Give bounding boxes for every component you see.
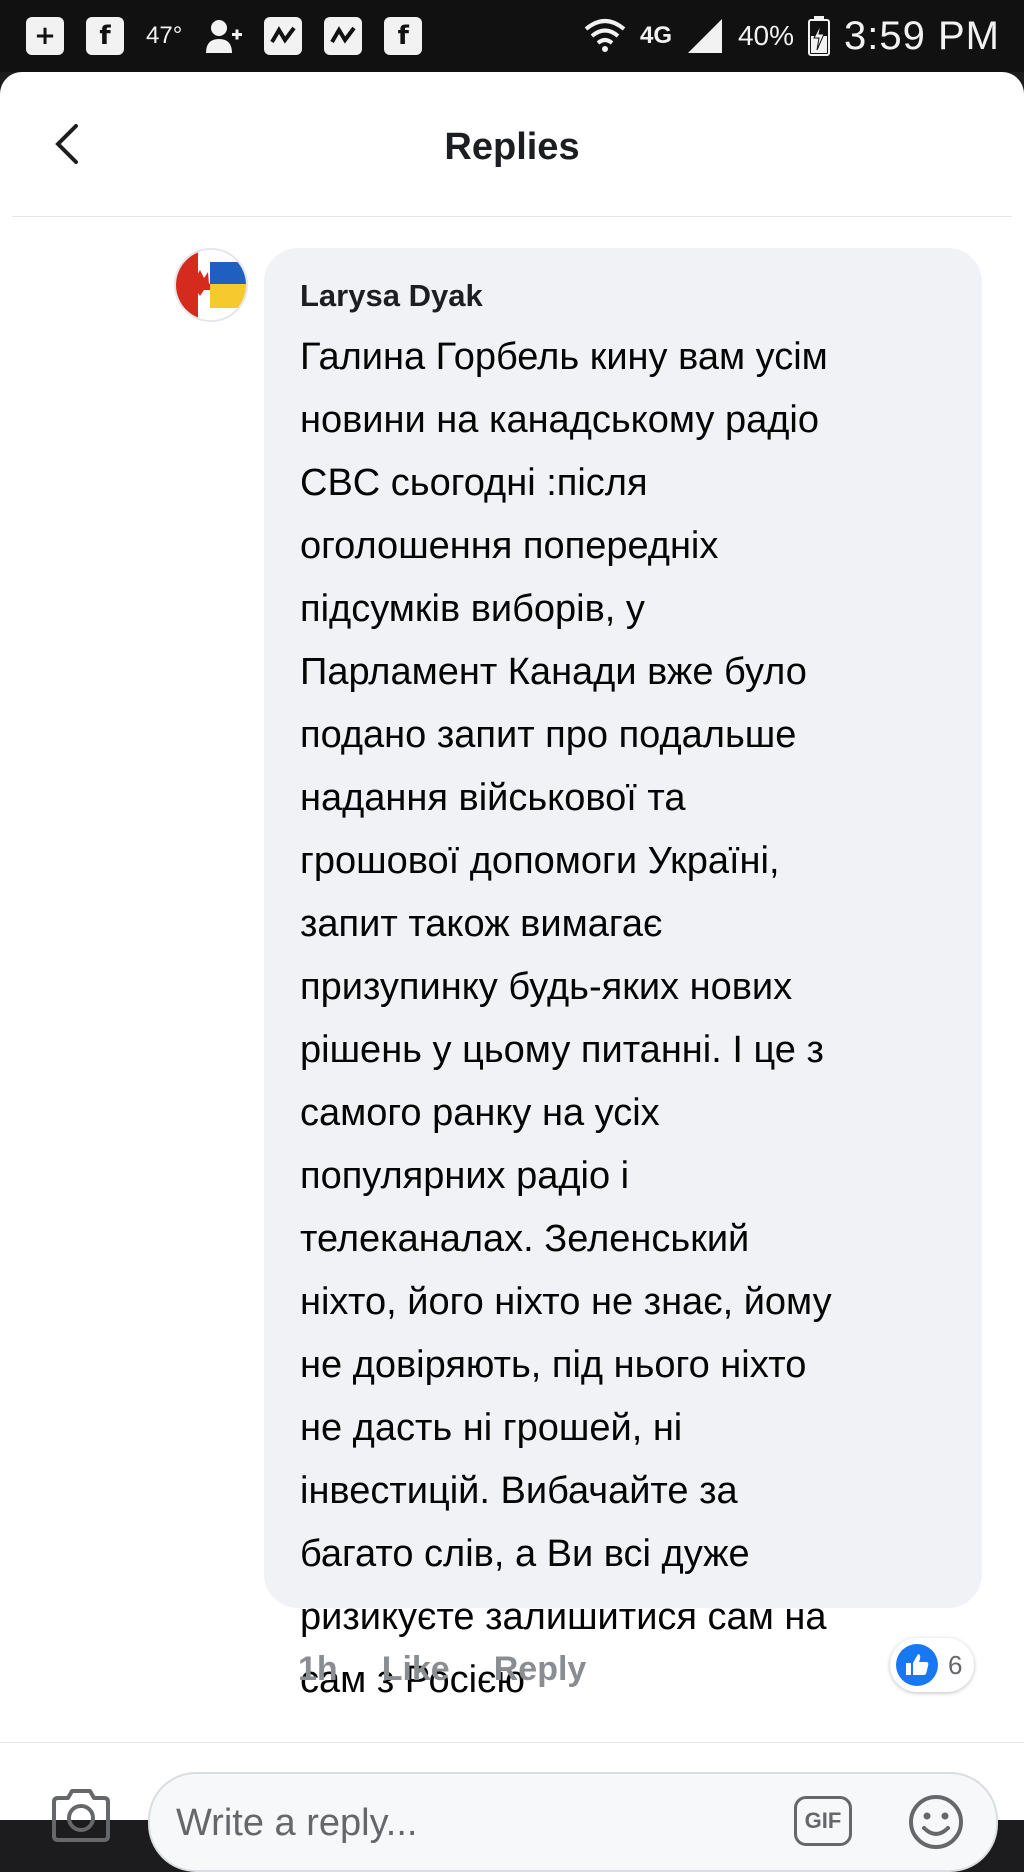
comment-line: ніхто, його ніхто не знає, йому: [300, 1281, 832, 1323]
comment-line: новини на канадському радіо: [300, 399, 819, 441]
flag-avatar-icon: [176, 250, 246, 320]
activity-icon: [324, 17, 363, 55]
facebook-icon: f: [384, 17, 423, 55]
comment-line: Парламент Канади вже було: [300, 651, 807, 693]
comment-bubble: Larysa Dyak Галина Горбель кину вам усім…: [264, 248, 982, 1701]
battery-percent: 40%: [737, 20, 795, 51]
comment-line: багато слів, а Ви всі дуже: [300, 1533, 750, 1575]
page-title: Replies: [444, 126, 580, 168]
comment-line: інвестицій. Вибачайте за: [300, 1470, 738, 1512]
header-divider: [12, 216, 1012, 217]
comment-line: самого ранку на усіх: [300, 1092, 660, 1134]
comment-author[interactable]: Larysa Dyak: [300, 278, 483, 314]
comment-line: призупинку будь-яких нових: [300, 966, 793, 1008]
comment-line: оголошення попередніх: [300, 525, 719, 567]
status-bar-notifications: + f 47° f: [26, 10, 423, 62]
gif-button[interactable]: GIF: [794, 1796, 852, 1846]
battery-charging-icon: [808, 16, 831, 56]
composer-divider: [0, 1742, 1024, 1743]
comment-line: підсумків виборів, у: [300, 588, 645, 630]
comment-actions: 1h Like Reply: [298, 1650, 586, 1689]
reaction-badge[interactable]: 6: [890, 1638, 975, 1692]
reaction-count: 6: [948, 1649, 963, 1680]
avatar[interactable]: [174, 248, 248, 322]
comment-text: Галина Горбель кину вам усім новини на к…: [300, 326, 960, 1712]
comment-line: телеканалах. Зеленський: [300, 1218, 750, 1260]
status-bar-system: 4G 40% 3:59 PM: [584, 10, 1000, 62]
like-thumb-icon: [896, 1644, 938, 1686]
comment-line: CBC сьогодні :після: [300, 462, 648, 504]
network-type: 4G: [639, 22, 672, 49]
status-bar: + f 47° f 4G 40% 3:59 PM: [0, 0, 1024, 72]
wifi-icon: [584, 19, 626, 52]
header: Replies: [0, 72, 1024, 216]
signal-icon: [687, 19, 722, 53]
comment-line: не довіряють, під нього ніхто: [300, 1344, 807, 1386]
replies-sheet: Replies Larysa Dyak Галина Горбель кину …: [0, 72, 1024, 1872]
comment-line: рішень у цьому питанні. І це з: [300, 1029, 824, 1071]
reply-input[interactable]: [174, 1792, 778, 1854]
comment-time: 1h: [298, 1650, 338, 1688]
reply-composer: GIF: [148, 1772, 998, 1872]
comment-line: Галина Горбель кину вам усім: [300, 336, 828, 378]
smiley-icon[interactable]: [908, 1794, 964, 1850]
comment-line: грошової допомоги Україні,: [300, 840, 780, 882]
comment-line: ризикуєте залишитися сам на: [300, 1596, 827, 1638]
facebook-icon: f: [86, 17, 124, 55]
comment-line: популярних радіо і: [300, 1155, 630, 1197]
activity-icon: [264, 17, 303, 55]
plus-box-icon: +: [26, 17, 64, 55]
comment-line: подано запит про подальше: [300, 714, 797, 756]
person-add-icon: [206, 20, 243, 53]
camera-icon[interactable]: [50, 1788, 112, 1844]
comment-line: не дасть ні грошей, ні: [300, 1407, 683, 1449]
clock: 3:59 PM: [844, 13, 1000, 58]
like-button[interactable]: Like: [382, 1650, 450, 1689]
temperature-text: 47°: [146, 22, 183, 49]
reply-button[interactable]: Reply: [494, 1650, 587, 1689]
comment-line: запит також вимагає: [300, 903, 663, 945]
comment-line: надання військової та: [300, 777, 686, 819]
